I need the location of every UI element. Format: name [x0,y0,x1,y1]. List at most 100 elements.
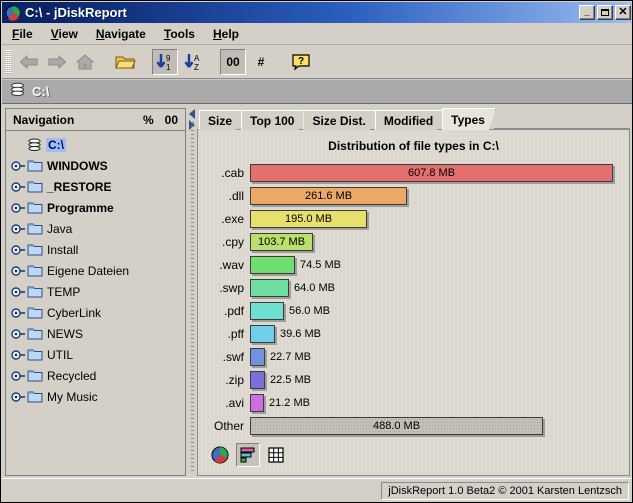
tree-expand-handle-icon[interactable] [11,326,27,342]
tab-types[interactable]: Types [442,108,496,130]
maximize-button[interactable] [597,5,613,20]
tab-size-dist[interactable]: Size Dist. [303,110,376,130]
tree-item-news[interactable]: NEWS [6,323,185,344]
bar-value-label: 21.2 MB [269,396,310,409]
bar-track: 261.6 MB [250,184,629,207]
tree-expand-handle-icon[interactable] [11,389,27,405]
menu-item-view[interactable]: View [48,25,87,43]
tab-label: Types [451,112,485,127]
tree-expand-handle-icon[interactable] [11,242,27,258]
tree-item-cyberlink[interactable]: CyberLink [6,302,185,323]
bar-chart-icon [240,447,255,463]
forward-button[interactable] [44,49,70,75]
bar-row[interactable]: .zip 22.5 MB [198,368,629,391]
bar-row[interactable]: .cpy 103.7 MB [198,230,629,253]
bar-row[interactable]: .dll 261.6 MB [198,184,629,207]
bar-segment[interactable] [250,301,284,320]
home-button[interactable] [72,49,98,75]
bar-segment[interactable]: 261.6 MB [250,186,407,205]
tree-item-recycled[interactable]: Recycled [6,365,185,386]
tree-item-install[interactable]: Install [6,239,185,260]
sort-by-name-button[interactable]: A Z [180,49,206,75]
bar-row[interactable]: Other 488.0 MB [198,414,629,437]
tree-expand-handle-icon[interactable] [11,200,27,216]
close-button[interactable]: ✕ [615,5,631,20]
bar-segment[interactable] [250,393,264,412]
bar-segment[interactable] [250,370,265,389]
bar-segment[interactable] [250,255,295,274]
tree-item-util[interactable]: UTIL [6,344,185,365]
bar-segment[interactable]: 195.0 MB [250,209,367,228]
svg-text:9: 9 [166,54,171,63]
collapse-left-arrow-icon[interactable] [189,109,195,119]
navigation-size-toggle[interactable]: 00 [160,112,183,128]
bar-segment[interactable]: 488.0 MB [250,416,543,435]
tab-top-100[interactable]: Top 100 [241,110,305,130]
bar-segment[interactable] [250,278,289,297]
show-count-button[interactable]: # [248,49,274,75]
tree-expand-handle-icon[interactable] [11,263,27,279]
back-button[interactable] [16,49,42,75]
minimize-button[interactable]: _ [579,5,595,20]
bar-row[interactable]: .pdf 56.0 MB [198,299,629,322]
show-count-label: # [257,54,265,69]
tree-item-label: Programme [47,200,114,215]
pie-chart-icon [211,446,229,464]
table-view-button[interactable] [264,443,288,467]
table-grid-icon [268,447,284,463]
pie-chart-view-button[interactable] [208,443,232,467]
toolbar-grip[interactable] [5,49,12,74]
tab-size[interactable]: Size [199,110,243,130]
menu-item-file[interactable]: File [9,25,42,43]
tree-item-eigene-dateien[interactable]: Eigene Dateien [6,260,185,281]
tree-expand-handle-icon[interactable] [11,368,27,384]
tree-item-java[interactable]: Java [6,218,185,239]
tree-expand-handle-icon[interactable] [11,179,27,195]
split-pane-divider[interactable] [188,108,197,476]
home-icon [75,53,95,69]
tree-item-windows[interactable]: WINDOWS [6,155,185,176]
tree-item-c[interactable]: C:\ [6,134,185,155]
tree-item-temp[interactable]: TEMP [6,281,185,302]
bar-row[interactable]: .cab 607.8 MB [198,161,629,184]
tree-expand-handle-icon[interactable] [11,221,27,237]
navigation-percent-toggle[interactable]: % [138,112,159,128]
bar-row[interactable]: .exe 195.0 MB [198,207,629,230]
folder-icon [27,159,43,172]
bar-segment[interactable] [250,324,275,343]
bar-segment[interactable] [250,347,265,366]
bar-segment[interactable]: 103.7 MB [250,232,313,251]
tree-expand-handle-icon[interactable] [11,347,27,363]
bar-category-label: .pdf [223,303,244,318]
sort-by-size-button[interactable]: 9 1 [152,48,178,75]
tree-item-label: Eigene Dateien [47,263,130,278]
tab-modified[interactable]: Modified [375,110,444,130]
toolbar: 9 1 A Z 00 # ? [2,45,632,79]
menu-item-navigate[interactable]: Navigate [93,25,155,43]
svg-text:Z: Z [194,63,199,72]
bar-row[interactable]: .avi 21.2 MB [198,391,629,414]
help-button[interactable]: ? [288,49,314,75]
bar-row[interactable]: .swf 22.7 MB [198,345,629,368]
bar-chart: .cab 607.8 MB .dll 261.6 MB .exe 195.0 MB .cpy… [198,161,629,437]
show-size-button[interactable]: 00 [220,48,246,75]
bar-chart-view-button[interactable] [236,443,260,467]
bar-row[interactable]: .wav 74.5 MB [198,253,629,276]
bar-row[interactable]: .pff 39.6 MB [198,322,629,345]
folder-tree: C:\ WINDOWS _RESTORE Programme Java Install Ei… [6,131,185,475]
bar-segment[interactable]: 607.8 MB [250,163,613,182]
open-folder-button[interactable] [112,49,138,75]
menu-item-help[interactable]: Help [210,25,248,43]
folder-icon [27,327,43,340]
bar-row[interactable]: .swp 64.0 MB [198,276,629,299]
tree-item-my-music[interactable]: My Music [6,386,185,407]
window-title: C:\ - jDiskReport [25,5,127,20]
tree-expand-handle-icon[interactable] [11,158,27,174]
path-bar: C:\ [2,79,632,104]
tree-item-programme[interactable]: Programme [6,197,185,218]
bar-track: 22.7 MB [250,345,629,368]
tree-expand-handle-icon[interactable] [11,305,27,321]
tree-expand-handle-icon[interactable] [11,284,27,300]
menu-item-tools[interactable]: Tools [161,25,204,43]
tree-item-restore[interactable]: _RESTORE [6,176,185,197]
